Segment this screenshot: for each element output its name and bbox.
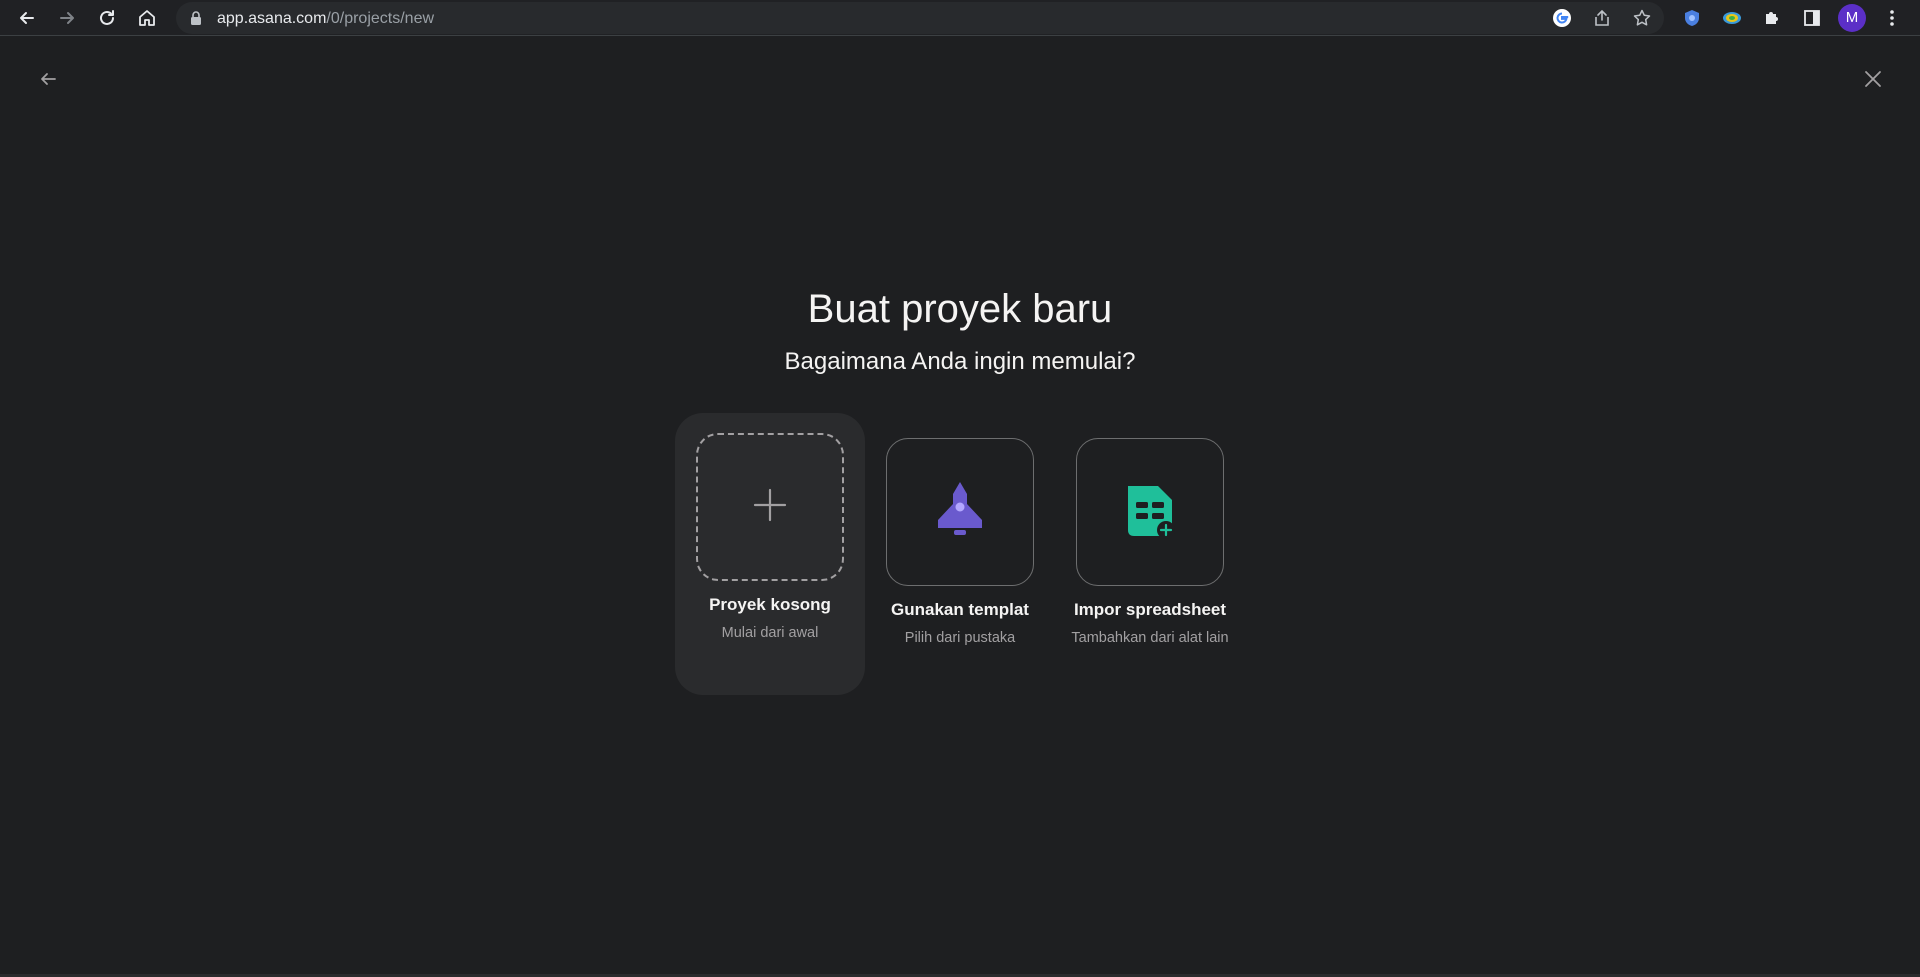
browser-reload-button[interactable] xyxy=(91,2,123,34)
address-url: app.asana.com/0/projects/new xyxy=(217,10,434,27)
url-path: /0/projects/new xyxy=(326,10,435,27)
side-panel-icon xyxy=(1802,8,1822,28)
option-import-spreadsheet[interactable]: Impor spreadsheet Tambahkan dari alat la… xyxy=(1055,414,1245,696)
spreadsheet-icon xyxy=(1118,478,1182,547)
page-back-button[interactable] xyxy=(33,66,63,96)
blank-project-tile xyxy=(696,433,844,581)
share-icon[interactable] xyxy=(1590,6,1614,30)
page-subtitle: Bagaimana Anda ingin memulai? xyxy=(784,348,1136,375)
browser-home-button[interactable] xyxy=(131,2,163,34)
reload-icon xyxy=(97,8,117,28)
lock-icon xyxy=(190,11,202,30)
puzzle-icon xyxy=(1762,8,1782,28)
browser-toolbar: app.asana.com/0/projects/new M xyxy=(0,0,1920,36)
page-title: Buat proyek baru xyxy=(807,287,1113,331)
address-bar[interactable]: app.asana.com/0/projects/new xyxy=(176,2,1664,34)
rocket-icon xyxy=(928,478,992,547)
side-panel-button[interactable] xyxy=(1796,2,1828,34)
extensions-button[interactable] xyxy=(1756,2,1788,34)
option-blank-project[interactable]: Proyek kosong Mulai dari awal xyxy=(675,413,865,695)
option-use-template[interactable]: Gunakan templat Pilih dari pustaka xyxy=(865,414,1055,696)
extension-shield-icon xyxy=(1682,8,1702,28)
browser-forward-button[interactable] xyxy=(51,2,83,34)
extension-color-button[interactable] xyxy=(1716,2,1748,34)
import-tile xyxy=(1076,438,1224,586)
back-icon xyxy=(17,8,37,28)
option-description: Tambahkan dari alat lain xyxy=(1071,630,1229,646)
extension-color-icon xyxy=(1721,8,1743,28)
browser-menu-button[interactable] xyxy=(1876,2,1908,34)
page-close-button[interactable] xyxy=(1858,66,1888,96)
arrow-left-icon xyxy=(38,69,58,94)
plus-icon xyxy=(753,488,787,527)
profile-avatar[interactable]: M xyxy=(1838,4,1866,32)
template-tile xyxy=(886,438,1034,586)
option-label: Impor spreadsheet xyxy=(1073,600,1227,619)
close-icon xyxy=(1864,70,1882,93)
home-icon xyxy=(137,8,157,28)
forward-icon xyxy=(57,8,77,28)
url-host: app.asana.com xyxy=(217,10,327,27)
browser-back-button[interactable] xyxy=(11,2,43,34)
extension-shield-button[interactable] xyxy=(1676,2,1708,34)
menu-kebab-icon xyxy=(1882,8,1902,28)
star-icon[interactable] xyxy=(1630,6,1654,30)
google-icon[interactable] xyxy=(1550,6,1574,30)
